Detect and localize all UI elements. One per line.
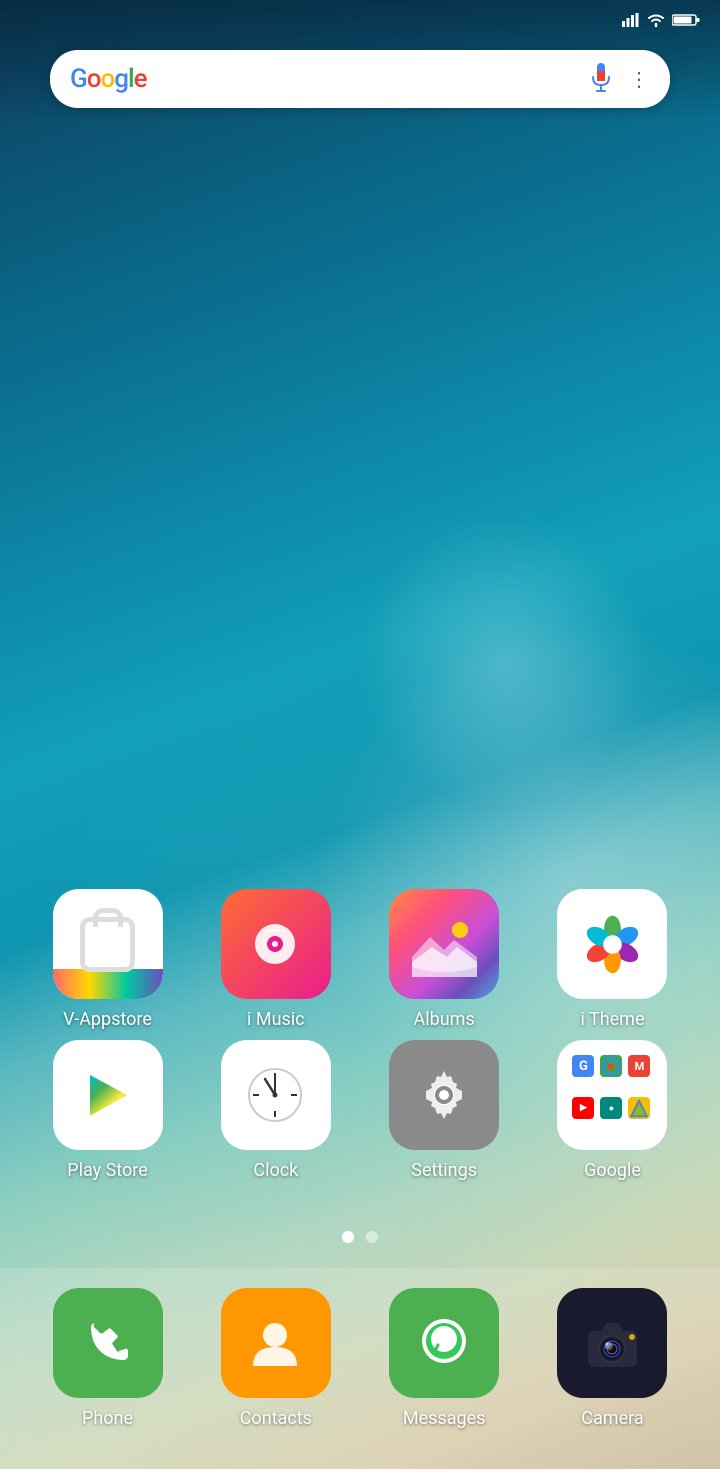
app-item-albums[interactable]: Albums: [367, 889, 522, 1030]
dock-item-messages[interactable]: Messages: [367, 1288, 522, 1429]
itheme-icon: [557, 889, 667, 999]
status-bar: [0, 0, 720, 40]
search-bar[interactable]: Google ⋮: [50, 50, 670, 108]
phone-label: Phone: [82, 1408, 133, 1429]
imusic-label: i Music: [247, 1009, 305, 1030]
dock: Phone Contacts: [0, 1268, 720, 1469]
mic-icon[interactable]: [589, 63, 613, 95]
contacts-label: Contacts: [240, 1408, 312, 1429]
app-row-2: Play Store: [30, 1040, 690, 1181]
settings-icon: [389, 1040, 499, 1150]
google-label: Google: [584, 1160, 641, 1181]
messages-icon: [389, 1288, 499, 1398]
dock-item-contacts[interactable]: Contacts: [198, 1288, 353, 1429]
vappstore-label: V-Appstore: [63, 1009, 152, 1030]
app-grid: V-Appstore i Music: [0, 889, 720, 1211]
app-item-clock[interactable]: Clock: [198, 1040, 353, 1181]
dot-1[interactable]: [342, 1231, 354, 1243]
status-icons: [622, 13, 700, 27]
app-item-imusic[interactable]: i Music: [198, 889, 353, 1030]
albums-icon: [389, 889, 499, 999]
dock-item-phone[interactable]: Phone: [30, 1288, 185, 1429]
phone-icon: [53, 1288, 163, 1398]
app-row-1: V-Appstore i Music: [30, 889, 690, 1030]
playstore-icon: [53, 1040, 163, 1150]
app-item-vappstore[interactable]: V-Appstore: [30, 889, 185, 1030]
camera-label: Camera: [581, 1408, 643, 1429]
clock-label: Clock: [253, 1160, 298, 1181]
app-item-itheme[interactable]: i Theme: [535, 889, 690, 1030]
vappstore-icon: [53, 889, 163, 999]
imusic-icon: [221, 889, 331, 999]
search-icons: ⋮: [589, 63, 650, 95]
more-options-icon[interactable]: ⋮: [629, 67, 650, 91]
clock-icon: [221, 1040, 331, 1150]
app-item-google[interactable]: G M ▶ ●: [535, 1040, 690, 1181]
albums-label: Albums: [414, 1009, 475, 1030]
contacts-icon: [221, 1288, 331, 1398]
battery-icon: [672, 13, 700, 27]
wifi-icon: [646, 13, 666, 27]
signal-icon: [622, 13, 640, 27]
playstore-label: Play Store: [67, 1160, 148, 1181]
dock-item-camera[interactable]: Camera: [535, 1288, 690, 1429]
search-bar-container: Google ⋮: [0, 40, 720, 108]
settings-label: Settings: [411, 1160, 477, 1181]
pagination-dots: [0, 1231, 720, 1243]
google-folder-icon: G M ▶ ●: [557, 1040, 667, 1150]
google-logo: Google: [70, 64, 147, 94]
dot-2[interactable]: [366, 1231, 378, 1243]
messages-label: Messages: [403, 1408, 486, 1429]
app-item-playstore[interactable]: Play Store: [30, 1040, 185, 1181]
camera-icon: [557, 1288, 667, 1398]
app-item-settings[interactable]: Settings: [367, 1040, 522, 1181]
itheme-label: i Theme: [580, 1009, 644, 1030]
